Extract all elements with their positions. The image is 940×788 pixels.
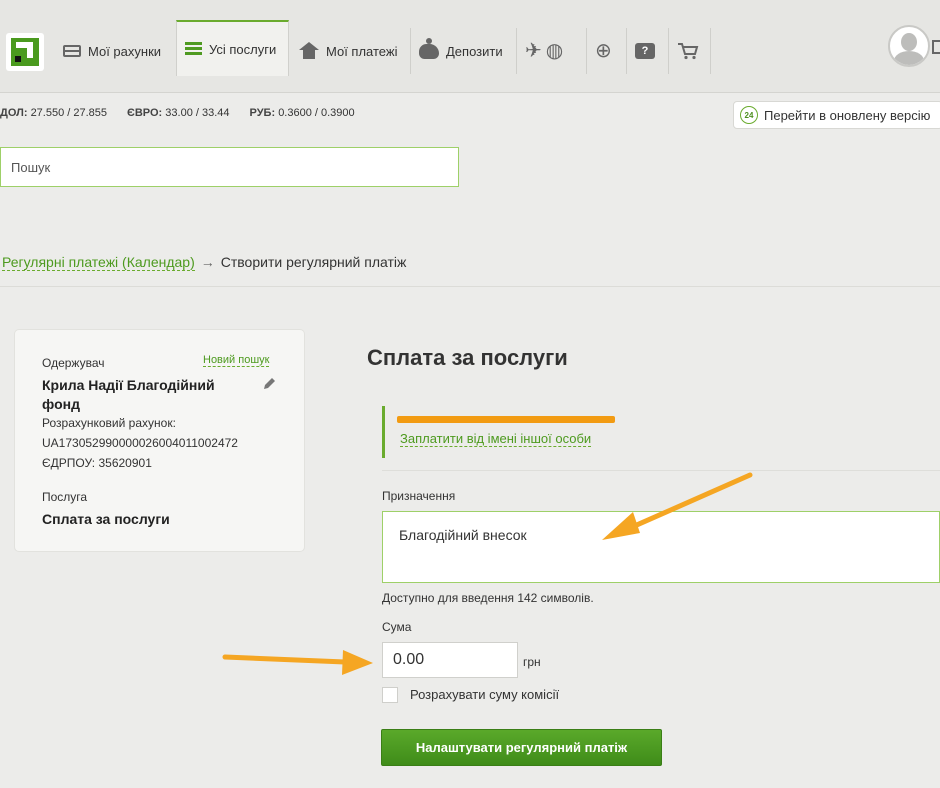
search-input[interactable] [0, 147, 459, 187]
divider [0, 286, 940, 287]
tab-my-accounts[interactable]: Мої рахунки [55, 28, 177, 74]
tab-label: Мої рахунки [88, 43, 162, 59]
rub-rate: 0.3600 / 0.3900 [278, 107, 355, 119]
tab-transport[interactable]: ✈ ◍ [517, 28, 587, 74]
rub-label: РУБ: [249, 107, 276, 119]
calendar-badge-icon: 24 [740, 106, 758, 124]
tab-currency[interactable]: ⊕ [587, 28, 627, 74]
form-title: Сплата за послуги [367, 345, 568, 370]
breadcrumb: Регулярні платежі (Календар) → Створити ре… [2, 254, 407, 271]
divider [382, 470, 940, 471]
currency-icon: ⊕ [595, 40, 612, 62]
edrpou: ЄДРПОУ: 35620901 [42, 456, 152, 470]
commission-checkbox[interactable] [382, 687, 398, 703]
breadcrumb-current: Створити регулярний платіж [220, 254, 407, 270]
tab-cart[interactable] [669, 28, 711, 74]
list-icon [185, 42, 202, 56]
tab-label: Депозити [446, 43, 503, 59]
annotation-arrow-amount [222, 650, 373, 675]
commission-label: Розрахувати суму комісії [410, 687, 560, 702]
breadcrumb-arrow: → [200, 254, 215, 270]
purpose-textarea[interactable]: Благодійний внесок [382, 511, 940, 583]
logout-icon[interactable] [932, 40, 940, 54]
tab-my-payments[interactable]: Мої платежі [291, 28, 411, 74]
edit-pencil-icon[interactable] [262, 377, 276, 391]
globe-icon: ◍ [545, 40, 564, 62]
breadcrumb-regular-payments-link[interactable]: Регулярні платежі (Календар) [2, 254, 195, 271]
amount-input[interactable] [382, 642, 518, 678]
redacted-payer-name [397, 416, 615, 423]
service-label: Послуга [42, 490, 88, 504]
setup-regular-payment-button[interactable]: Налаштувати регулярний платіж [381, 729, 662, 766]
account-label: Розрахунковий рахунок: [42, 416, 176, 430]
top-navigation: Мої рахунки Усі послуги Мої платежі Депо… [0, 0, 940, 93]
pay-for-other-link[interactable]: Заплатити від імені іншої особи [400, 431, 592, 447]
chars-available-hint: Доступно для введення 142 символів. [382, 591, 594, 605]
tab-label: Усі послуги [209, 41, 277, 57]
payer-block: Заплатити від імені іншої особи [382, 406, 940, 458]
recipient-card: Одержувач Новий пошук Крила Надії Благод… [15, 330, 304, 551]
recipient-label: Одержувач [42, 356, 105, 370]
tab-label: Мої платежі [326, 43, 398, 59]
house-icon [299, 42, 319, 60]
cart-icon [677, 42, 699, 60]
tab-all-services[interactable]: Усі послуги [176, 20, 289, 76]
new-search-link[interactable]: Новий пошук [203, 354, 270, 367]
tab-deposits[interactable]: Депозити [411, 28, 517, 74]
new-version-label: Перейти в оновлену версію [764, 107, 931, 123]
recipient-name-line2: фонд [42, 396, 80, 412]
account-number: UA173052990000026004011002472 [42, 436, 238, 450]
purpose-label: Призначення [382, 489, 456, 503]
recipient-name-line1: Крила Надії Благодійний [42, 377, 215, 393]
tv-icon: ? [635, 43, 655, 59]
usd-label: ДОЛ: [0, 107, 28, 119]
service-value: Сплата за послуги [42, 511, 170, 527]
amount-label: Сума [382, 620, 412, 634]
piggy-bank-icon [419, 37, 439, 59]
new-version-button[interactable]: 24 Перейти в оновлену версію [733, 101, 940, 129]
transport-icon: ✈ [525, 40, 542, 62]
eur-label: ЄВРО: [127, 107, 163, 119]
tab-tv[interactable]: ? [627, 28, 669, 74]
currency-label: грн [523, 655, 541, 669]
exchange-rates: ДОЛ: 27.550 / 27.855 ЄВРО: 33.00 / 33.44… [0, 107, 369, 119]
eur-rate: 33.00 / 33.44 [165, 107, 230, 119]
privatbank-logo[interactable] [6, 33, 44, 71]
usd-rate: 27.550 / 27.855 [30, 107, 108, 119]
card-icon [63, 45, 81, 57]
user-avatar[interactable] [888, 25, 930, 67]
